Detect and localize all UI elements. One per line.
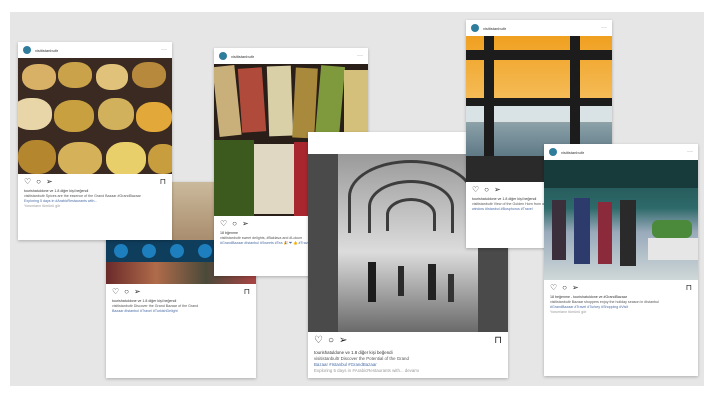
comment-icon[interactable]: ○ <box>232 219 237 228</box>
avatar[interactable] <box>549 148 557 156</box>
post-photo[interactable] <box>18 58 172 174</box>
post-actions: ♡ ○ ➢ ⊓ <box>544 280 698 295</box>
heart-icon[interactable]: ♡ <box>24 177 31 186</box>
post-header: visitistanbultr ··· <box>544 144 698 160</box>
hashtags[interactable]: Bazaar #Istanbul #Travel #TurkishDelight <box>112 309 250 314</box>
comment-icon[interactable]: ○ <box>36 177 41 186</box>
bookmark-icon[interactable]: ⊓ <box>494 336 502 346</box>
share-icon[interactable]: ➢ <box>494 185 501 194</box>
heart-icon[interactable]: ♡ <box>472 185 479 194</box>
mockup-board: ♡ ○ ➢ ⊓ tourishatuldone ve 1.8 diğer kiş… <box>10 12 704 386</box>
heart-icon[interactable]: ♡ <box>550 283 557 292</box>
username[interactable]: visitistanbultr <box>231 54 254 59</box>
post-actions: ♡ ○ ➢ ⊓ <box>18 174 172 189</box>
post-card: visitistanbultr ··· ♡ ○ ➢ ⊓ tourishatuld… <box>18 42 172 240</box>
bookmark-icon[interactable]: ⊓ <box>160 177 166 186</box>
share-icon[interactable]: ➢ <box>572 283 579 292</box>
username[interactable]: visitistanbultr <box>35 48 58 53</box>
bookmark-icon[interactable]: ⊓ <box>686 283 692 292</box>
post-meta: 18 beğenme - tourishatuldone ve #GrandBa… <box>544 295 698 315</box>
post-meta: tourishatuldone ve 1.8 diğer kişi beğend… <box>106 299 256 314</box>
view-comments-link[interactable]: Yorumların tümünü gör <box>550 310 692 315</box>
heart-icon[interactable]: ♡ <box>220 219 227 228</box>
more-icon[interactable]: ··· <box>687 149 693 155</box>
post-actions: ♡ ○ ➢ ⊓ <box>308 332 508 350</box>
comment-icon[interactable]: ○ <box>484 185 489 194</box>
username[interactable]: visitistanbultr <box>561 150 584 155</box>
post-meta: tourishatuldone ve 1.8 diğer kişi beğend… <box>18 189 172 209</box>
post-meta: tourishatuldone ve 1.8 diğer kişi beğend… <box>308 350 508 374</box>
post-header: visitistanbultr ··· <box>214 48 368 64</box>
avatar[interactable] <box>219 52 227 60</box>
more-icon[interactable]: ··· <box>601 25 607 31</box>
post-actions: ♡ ○ ➢ ⊓ <box>106 284 256 299</box>
share-icon[interactable]: ➢ <box>339 336 347 346</box>
share-icon[interactable]: ➢ <box>134 287 141 296</box>
post-photo[interactable] <box>544 160 698 280</box>
bookmark-icon[interactable]: ⊓ <box>244 287 250 296</box>
more-icon[interactable]: ··· <box>161 47 167 53</box>
comment-icon[interactable]: ○ <box>562 283 567 292</box>
avatar[interactable] <box>471 24 479 32</box>
post-header: visitistanbultr ··· <box>18 42 172 58</box>
post-header: visitistanbultr ··· <box>466 20 612 36</box>
comment-icon[interactable]: ○ <box>328 336 334 346</box>
heart-icon[interactable]: ♡ <box>314 336 323 346</box>
heart-icon[interactable]: ♡ <box>112 287 119 296</box>
more-icon[interactable]: ··· <box>357 53 363 59</box>
username[interactable]: visitistanbultr <box>483 26 506 31</box>
comment-icon[interactable]: ○ <box>124 287 129 296</box>
share-icon[interactable]: ➢ <box>242 219 249 228</box>
post-card: visitistanbultr ··· ♡ ○ ➢ ⊓ 18 beğenme -… <box>544 144 698 376</box>
share-icon[interactable]: ➢ <box>46 177 53 186</box>
view-comments-link[interactable]: Yorumların tümünü gör <box>24 204 166 209</box>
avatar[interactable] <box>23 46 31 54</box>
view-comments-link[interactable]: Exploring 5 days in #ArabicRestaurants w… <box>314 368 502 374</box>
